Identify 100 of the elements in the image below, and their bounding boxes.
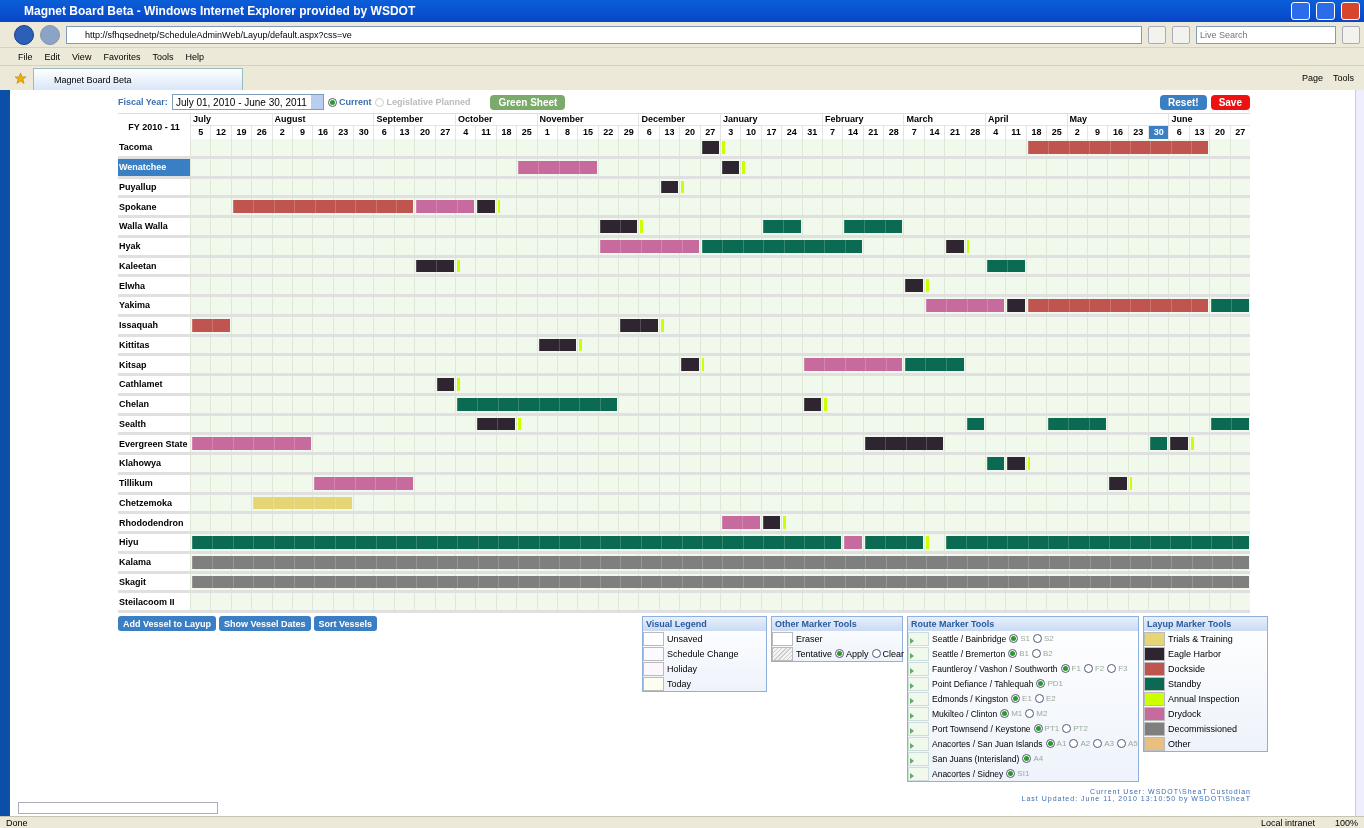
reset-button[interactable]: Reset! (1160, 94, 1207, 110)
layup-bar[interactable] (1048, 417, 1107, 431)
layup-bar[interactable] (762, 220, 801, 233)
legend-label: Holiday (667, 663, 697, 674)
legend-label: Drydock (1168, 708, 1201, 719)
status-text: Done (6, 817, 28, 828)
layup-swatch[interactable] (1144, 736, 1165, 751)
action-button[interactable]: Show Vessel Dates (219, 616, 311, 631)
search-button[interactable] (1342, 25, 1360, 44)
menu-item[interactable]: Tools (152, 51, 174, 62)
route-marker-icon[interactable] (908, 721, 929, 736)
layup-bar[interactable] (660, 180, 679, 194)
panel-title: Visual Legend (643, 617, 766, 631)
legend-swatch (643, 646, 664, 661)
menu-item[interactable]: Favorites (103, 51, 141, 62)
scrollbar[interactable] (1355, 90, 1364, 816)
legend-label: Trials & Training (1168, 633, 1233, 644)
menu-item[interactable]: Help (185, 51, 204, 62)
legend-label: Unsaved (667, 633, 703, 644)
route-marker-icon[interactable] (908, 631, 929, 646)
layup-swatch[interactable] (1144, 706, 1165, 721)
panel-title: Route Marker Tools (908, 617, 1138, 631)
command-button[interactable]: Page (1301, 73, 1323, 83)
layup-bar[interactable] (1150, 437, 1168, 450)
layup-bar[interactable] (701, 141, 719, 154)
input-field[interactable] (18, 802, 218, 814)
layup-bar[interactable] (1211, 417, 1249, 431)
route-label: Mukilteo / Clinton (932, 708, 998, 719)
layup-bar[interactable] (987, 259, 1025, 273)
layup-swatch[interactable] (1144, 661, 1165, 676)
route-label: Seattle / Bremerton (932, 648, 1006, 659)
restore-button[interactable] (1316, 2, 1335, 20)
back-button[interactable] (14, 24, 34, 45)
minimize-button[interactable] (1291, 2, 1310, 20)
vessel-timeline[interactable] (190, 218, 1250, 235)
layup-bar[interactable] (701, 239, 862, 253)
layup-bar[interactable] (599, 220, 638, 233)
route-marker-icon[interactable] (908, 706, 929, 721)
fiscal-year-radio[interactable]: Current (327, 97, 372, 107)
address-field[interactable]: http://sfhqsednetp/ScheduleAdminWeb/Layup/default.aspx?css=ve (66, 25, 1142, 44)
legend-label: Decommissioned (1168, 723, 1238, 734)
legend-swatch (643, 661, 664, 676)
route-marker-icon[interactable] (908, 766, 929, 781)
layup-bar[interactable] (538, 338, 577, 352)
route-label: Point Defiance / Tahlequah (932, 678, 1034, 689)
vessel-timeline[interactable] (190, 455, 1250, 472)
tentative-radio[interactable]: Clear (871, 648, 905, 659)
forward-button[interactable] (40, 24, 60, 45)
route-marker-icon[interactable] (908, 751, 929, 766)
star-icon[interactable] (14, 71, 27, 85)
fiscal-year-select[interactable]: July 01, 2010 - June 30, 2011 (171, 94, 324, 110)
layup-bar[interactable] (946, 239, 964, 253)
zone-text: Local intranet (1260, 817, 1315, 828)
command-button[interactable]: Tools (1333, 73, 1354, 83)
panel-title: Layup Marker Tools (1144, 617, 1267, 631)
tentative-label: Tentative (796, 648, 833, 659)
menu-item[interactable]: File (18, 51, 33, 62)
menu-item[interactable]: Edit (44, 51, 61, 62)
layup-bar[interactable] (987, 457, 1005, 470)
close-button[interactable] (1341, 2, 1360, 20)
menu-item[interactable]: View (72, 51, 92, 62)
week-heading: 30 (1148, 126, 1169, 139)
route-marker-icon[interactable] (908, 676, 929, 691)
zoom-text[interactable]: 100% (1334, 817, 1358, 828)
route-marker-icon[interactable] (908, 646, 929, 661)
route-marker-icon[interactable] (908, 691, 929, 706)
layup-bar[interactable] (722, 160, 740, 174)
layup-bar[interactable] (457, 397, 618, 411)
layup-bar[interactable] (620, 318, 658, 332)
tentative-swatch[interactable] (772, 646, 793, 661)
fiscal-year-heading: FY 2010 - 11 (127, 120, 181, 134)
route-marker-icon[interactable] (908, 736, 929, 751)
tentative-radio[interactable]: Apply (835, 648, 869, 659)
layup-swatch[interactable] (1144, 646, 1165, 661)
layup-bar[interactable] (966, 417, 984, 431)
stop-button[interactable] (1172, 25, 1190, 44)
legend-label: Dockside (1168, 663, 1205, 674)
layup-bar[interactable] (864, 437, 944, 450)
layup-swatch[interactable] (1144, 691, 1165, 706)
action-button[interactable]: Sort Vessels (313, 616, 378, 631)
route-label: Fauntleroy / Vashon / Southworth (932, 663, 1058, 674)
vessel-timeline[interactable] (190, 435, 1250, 452)
route-label: Anacortes / Sidney (932, 768, 1004, 779)
route-marker-icon[interactable] (908, 661, 929, 676)
save-button[interactable]: Save (1210, 94, 1250, 110)
layup-bar[interactable] (762, 516, 781, 529)
layup-bar[interactable] (436, 378, 454, 391)
layup-swatch[interactable] (1144, 676, 1165, 691)
layup-bar[interactable] (477, 417, 516, 431)
layup-swatch[interactable] (1144, 631, 1165, 646)
layup-swatch[interactable] (1144, 721, 1165, 736)
layup-bar[interactable] (803, 397, 821, 411)
layup-bar[interactable] (416, 259, 454, 273)
search-field[interactable]: Live Search (1196, 25, 1336, 44)
eraser-swatch[interactable] (772, 631, 793, 646)
layup-bar[interactable] (1109, 476, 1127, 490)
window-title: Magnet Board Beta - Windows Internet Explorer provided by WSDOT (24, 4, 417, 18)
browser-tab[interactable]: Magnet Board Beta (33, 68, 243, 90)
action-button[interactable]: Add Vessel to Layup (118, 616, 217, 631)
refresh-button[interactable] (1148, 25, 1166, 44)
